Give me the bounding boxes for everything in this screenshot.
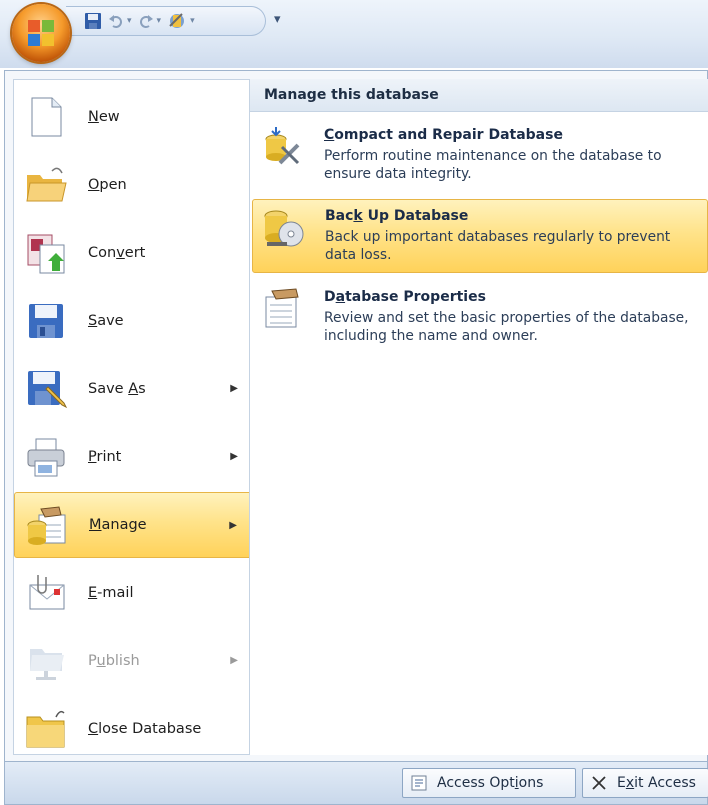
menu-item-email[interactable]: E-mail bbox=[14, 560, 252, 626]
undo-dropdown-icon[interactable]: ▾ bbox=[127, 16, 132, 26]
database-properties-icon bbox=[265, 288, 299, 328]
menu-item-label: Save As bbox=[88, 381, 146, 397]
submenu-item-description: Perform routine maintenance on the datab… bbox=[324, 148, 662, 182]
submenu-item-description: Review and set the basic properties of t… bbox=[324, 310, 689, 344]
menu-bottom-bar: Access Options Exit Access bbox=[4, 762, 708, 805]
redo-dropdown-icon[interactable]: ▾ bbox=[157, 16, 162, 26]
submenu-item-compact-repair[interactable]: Compact and Repair Database Perform rout… bbox=[252, 119, 708, 193]
submenu-item-description: Back up important databases regularly to… bbox=[325, 229, 671, 263]
access-options-button[interactable]: Access Options bbox=[402, 768, 576, 798]
tools-dropdown-icon[interactable]: ▾ bbox=[190, 16, 195, 26]
email-icon bbox=[29, 575, 65, 610]
save-icon bbox=[29, 304, 63, 338]
submenu-item-title: Compact and Repair Database bbox=[324, 127, 563, 143]
menu-item-label: Close Database bbox=[88, 721, 202, 737]
title-bar: ▾ ▾ ▾ ▾ bbox=[0, 0, 708, 68]
submenu-item-title: Database Properties bbox=[324, 289, 486, 305]
compact-repair-icon bbox=[265, 127, 300, 165]
open-folder-icon bbox=[26, 167, 67, 202]
menu-item-new[interactable]: New bbox=[14, 84, 252, 150]
convert-icon bbox=[27, 234, 65, 274]
new-document-icon bbox=[31, 97, 62, 137]
exit-access-button[interactable]: Exit Access bbox=[582, 768, 708, 798]
options-icon bbox=[411, 775, 427, 791]
menu-item-manage[interactable]: Manage ▶ bbox=[14, 492, 252, 558]
print-icon bbox=[27, 438, 65, 477]
menu-item-label: E-mail bbox=[88, 585, 134, 601]
menu-item-print[interactable]: Print ▶ bbox=[14, 424, 252, 490]
save-icon[interactable] bbox=[84, 10, 102, 32]
menu-item-publish[interactable]: Publish ▶ bbox=[14, 628, 252, 694]
office-button[interactable] bbox=[12, 4, 70, 62]
quick-access-toolbar: ▾ ▾ ▾ bbox=[66, 6, 266, 36]
undo-icon[interactable] bbox=[108, 10, 124, 32]
office-menu: New Open Convert Save Save As ▶ Print ▶ … bbox=[4, 70, 708, 762]
office-logo-icon bbox=[28, 20, 54, 46]
manage-submenu: Manage this database Compact and Repair … bbox=[249, 79, 708, 755]
submenu-arrow-icon: ▶ bbox=[229, 520, 237, 531]
menu-item-close-database[interactable]: Close Database bbox=[14, 696, 252, 762]
exit-access-label: Exit Access bbox=[617, 775, 696, 791]
save-as-icon bbox=[28, 371, 68, 409]
manage-icon bbox=[27, 506, 66, 545]
backup-database-icon bbox=[264, 210, 304, 247]
file-menu-list: New Open Convert Save Save As ▶ Print ▶ … bbox=[13, 79, 253, 755]
submenu-arrow-icon: ▶ bbox=[230, 383, 238, 394]
menu-item-open[interactable]: Open bbox=[14, 152, 252, 218]
menu-item-label: Print bbox=[88, 449, 122, 465]
customize-toolbar-icon[interactable]: ▾ bbox=[274, 12, 281, 27]
menu-item-label: Open bbox=[88, 177, 127, 193]
menu-item-label: Manage bbox=[89, 517, 147, 533]
close-database-icon bbox=[26, 710, 65, 748]
tools-icon[interactable] bbox=[167, 10, 187, 32]
submenu-arrow-icon: ▶ bbox=[230, 655, 238, 666]
redo-icon[interactable] bbox=[138, 10, 154, 32]
menu-item-convert[interactable]: Convert bbox=[14, 220, 252, 286]
submenu-item-database-properties[interactable]: Database Properties Review and set the b… bbox=[252, 281, 708, 355]
menu-item-label: New bbox=[88, 109, 120, 125]
access-options-label: Access Options bbox=[437, 775, 544, 791]
submenu-item-title: Back Up Database bbox=[325, 208, 469, 224]
submenu-arrow-icon: ▶ bbox=[230, 451, 238, 462]
publish-icon bbox=[30, 649, 64, 680]
menu-item-label: Convert bbox=[88, 245, 146, 261]
close-icon bbox=[592, 776, 606, 790]
menu-item-label: Save bbox=[88, 313, 124, 329]
menu-item-save[interactable]: Save bbox=[14, 288, 252, 354]
menu-item-save-as[interactable]: Save As ▶ bbox=[14, 356, 252, 422]
menu-item-label: Publish bbox=[88, 653, 140, 669]
submenu-item-backup-database[interactable]: Back Up Database Back up important datab… bbox=[252, 199, 708, 273]
submenu-title: Manage this database bbox=[250, 79, 708, 112]
